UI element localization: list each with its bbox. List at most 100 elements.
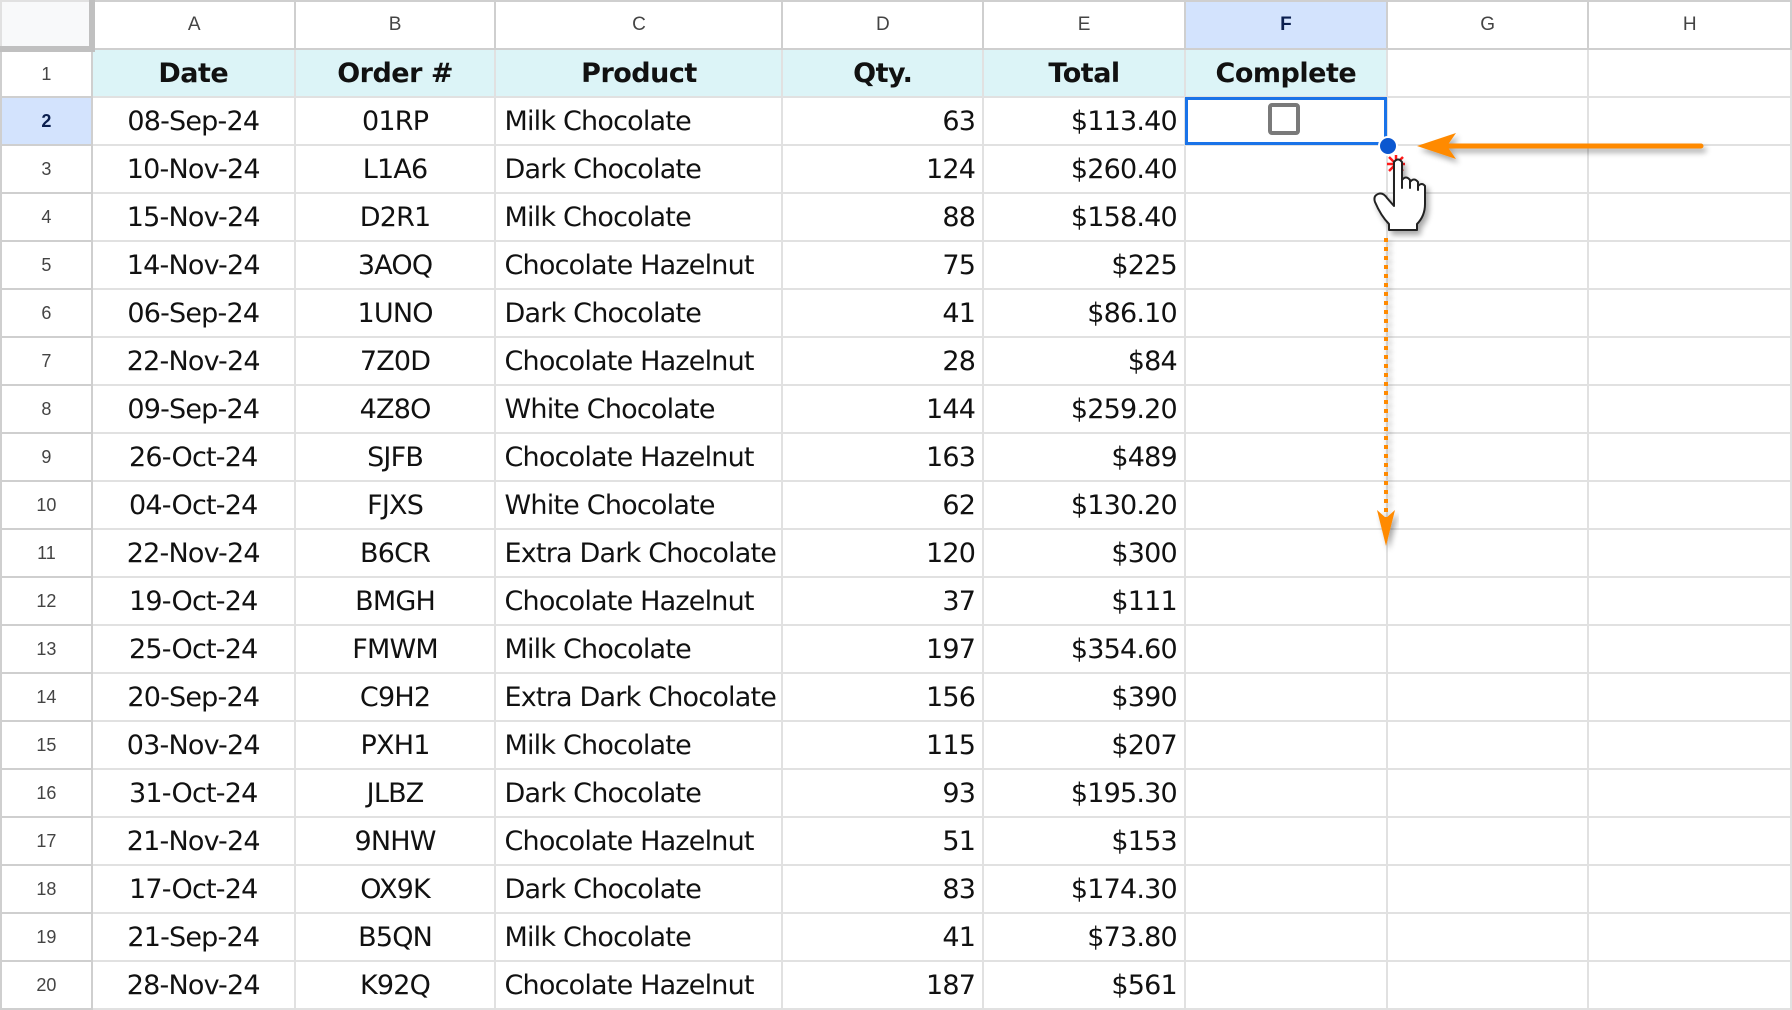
cell-total[interactable]: $207 bbox=[982, 720, 1186, 770]
cell-product[interactable]: Dark Chocolate bbox=[494, 288, 784, 338]
cell-date[interactable]: 06-Sep-24 bbox=[90, 288, 296, 338]
cell-complete[interactable] bbox=[1183, 240, 1388, 290]
cell-order[interactable]: 1UNO bbox=[293, 288, 497, 338]
cell[interactable] bbox=[1587, 96, 1792, 146]
cell-qty[interactable]: 41 bbox=[781, 288, 985, 338]
cell-product[interactable]: Chocolate Hazelnut bbox=[494, 336, 784, 386]
cell-total[interactable]: $390 bbox=[982, 672, 1186, 722]
cell-qty[interactable]: 63 bbox=[781, 96, 985, 146]
row-header[interactable]: 17 bbox=[0, 816, 93, 866]
cell-qty[interactable]: 120 bbox=[781, 528, 985, 578]
row-header[interactable]: 12 bbox=[0, 576, 93, 626]
cell-date[interactable]: 21-Nov-24 bbox=[90, 816, 296, 866]
row-header[interactable]: 8 bbox=[0, 384, 93, 434]
cell-product[interactable]: Chocolate Hazelnut bbox=[494, 240, 784, 290]
cell-date[interactable]: 03-Nov-24 bbox=[90, 720, 296, 770]
cell-qty[interactable]: 62 bbox=[781, 480, 985, 530]
cell[interactable] bbox=[1587, 384, 1792, 434]
header-qty[interactable]: Qty. bbox=[781, 48, 985, 98]
cell[interactable] bbox=[1587, 288, 1792, 338]
cell[interactable] bbox=[1587, 480, 1792, 530]
cell-order[interactable]: FJXS bbox=[293, 480, 497, 530]
cell-complete[interactable] bbox=[1183, 528, 1388, 578]
cell[interactable] bbox=[1385, 336, 1590, 386]
cell[interactable] bbox=[1385, 144, 1590, 194]
cell-total[interactable]: $111 bbox=[982, 576, 1186, 626]
cell-total[interactable]: $84 bbox=[982, 336, 1186, 386]
row-header[interactable]: 9 bbox=[0, 432, 93, 482]
row-header[interactable]: 3 bbox=[0, 144, 93, 194]
row-header[interactable]: 20 bbox=[0, 960, 93, 1010]
cell-date[interactable]: 21-Sep-24 bbox=[90, 912, 296, 962]
cell-total[interactable]: $225 bbox=[982, 240, 1186, 290]
header-date[interactable]: Date bbox=[90, 48, 296, 98]
cell-product[interactable]: Chocolate Hazelnut bbox=[494, 960, 784, 1010]
cell-order[interactable]: D2R1 bbox=[293, 192, 497, 242]
header-order[interactable]: Order # bbox=[293, 48, 497, 98]
cell[interactable] bbox=[1385, 624, 1590, 674]
complete-checkbox[interactable] bbox=[1268, 103, 1300, 135]
column-header-h[interactable]: H bbox=[1587, 0, 1792, 50]
column-header-f[interactable]: F bbox=[1183, 0, 1388, 50]
cell-total[interactable]: $158.40 bbox=[982, 192, 1186, 242]
cell-complete[interactable] bbox=[1183, 192, 1388, 242]
cell-date[interactable]: 19-Oct-24 bbox=[90, 576, 296, 626]
cell-date[interactable]: 20-Sep-24 bbox=[90, 672, 296, 722]
column-header-e[interactable]: E bbox=[982, 0, 1186, 50]
cell[interactable] bbox=[1385, 528, 1590, 578]
cell-order[interactable]: FMWM bbox=[293, 624, 497, 674]
cell-qty[interactable]: 83 bbox=[781, 864, 985, 914]
cell-complete[interactable] bbox=[1183, 384, 1388, 434]
cell-order[interactable]: 3AOQ bbox=[293, 240, 497, 290]
cell-order[interactable]: B5QN bbox=[293, 912, 497, 962]
cell-total[interactable]: $561 bbox=[982, 960, 1186, 1010]
cell-date[interactable]: 31-Oct-24 bbox=[90, 768, 296, 818]
cell-complete[interactable] bbox=[1183, 960, 1388, 1010]
cell-total[interactable]: $174.30 bbox=[982, 864, 1186, 914]
cell-complete[interactable] bbox=[1183, 672, 1388, 722]
cell[interactable] bbox=[1587, 432, 1792, 482]
cell-complete[interactable] bbox=[1183, 864, 1388, 914]
cell-product[interactable]: Milk Chocolate bbox=[494, 624, 784, 674]
cell-order[interactable]: 9NHW bbox=[293, 816, 497, 866]
cell-date[interactable]: 04-Oct-24 bbox=[90, 480, 296, 530]
cell-qty[interactable]: 51 bbox=[781, 816, 985, 866]
row-header[interactable]: 4 bbox=[0, 192, 93, 242]
cell-product[interactable]: Milk Chocolate bbox=[494, 720, 784, 770]
cell-total[interactable]: $259.20 bbox=[982, 384, 1186, 434]
cell-product[interactable]: Milk Chocolate bbox=[494, 192, 784, 242]
cell-product[interactable]: White Chocolate bbox=[494, 480, 784, 530]
cell[interactable] bbox=[1587, 240, 1792, 290]
cell-total[interactable]: $73.80 bbox=[982, 912, 1186, 962]
cell-product[interactable]: Extra Dark Chocolate bbox=[494, 528, 784, 578]
cell-complete[interactable] bbox=[1183, 912, 1388, 962]
cell[interactable] bbox=[1385, 240, 1590, 290]
cell-product[interactable]: Milk Chocolate bbox=[494, 96, 784, 146]
cell-qty[interactable]: 124 bbox=[781, 144, 985, 194]
cell-date[interactable]: 22-Nov-24 bbox=[90, 336, 296, 386]
cell-product[interactable]: Chocolate Hazelnut bbox=[494, 576, 784, 626]
cell-complete[interactable] bbox=[1183, 288, 1388, 338]
cell-total[interactable]: $489 bbox=[982, 432, 1186, 482]
cell[interactable] bbox=[1385, 96, 1590, 146]
cell[interactable] bbox=[1385, 384, 1590, 434]
cell-qty[interactable]: 197 bbox=[781, 624, 985, 674]
cell-qty[interactable]: 163 bbox=[781, 432, 985, 482]
header-complete[interactable]: Complete bbox=[1183, 48, 1388, 98]
cell-total[interactable]: $86.10 bbox=[982, 288, 1186, 338]
cell-complete[interactable] bbox=[1183, 816, 1388, 866]
row-header[interactable]: 13 bbox=[0, 624, 93, 674]
cell-complete[interactable] bbox=[1183, 624, 1388, 674]
cell-product[interactable]: Dark Chocolate bbox=[494, 768, 784, 818]
cell-order[interactable]: B6CR bbox=[293, 528, 497, 578]
row-header[interactable]: 19 bbox=[0, 912, 93, 962]
cell-order[interactable]: 01RP bbox=[293, 96, 497, 146]
cell-date[interactable]: 26-Oct-24 bbox=[90, 432, 296, 482]
cell-product[interactable]: Milk Chocolate bbox=[494, 912, 784, 962]
cell[interactable] bbox=[1587, 48, 1792, 98]
cell[interactable] bbox=[1385, 720, 1590, 770]
row-header[interactable]: 14 bbox=[0, 672, 93, 722]
cell-order[interactable]: PXH1 bbox=[293, 720, 497, 770]
cell-date[interactable]: 25-Oct-24 bbox=[90, 624, 296, 674]
cell-date[interactable]: 28-Nov-24 bbox=[90, 960, 296, 1010]
